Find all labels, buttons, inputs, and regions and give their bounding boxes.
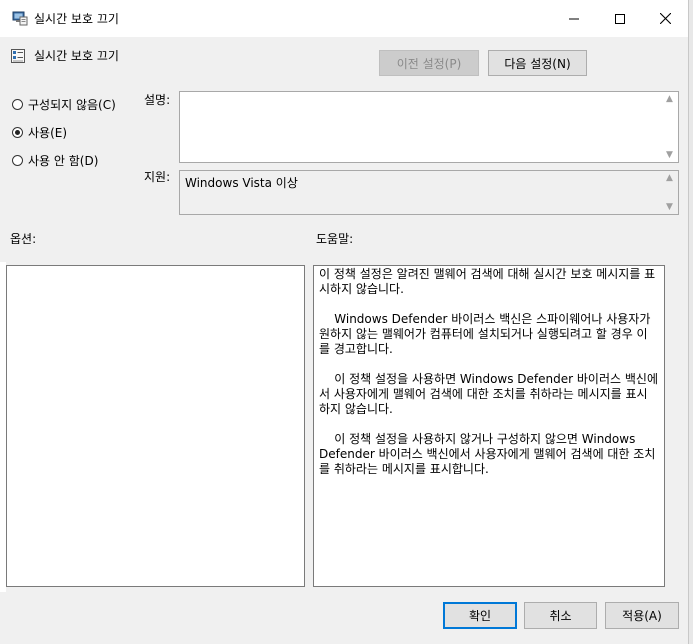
comment-scrollbar[interactable]: ▲ ▼ xyxy=(662,92,678,162)
supported-textbox[interactable]: Windows Vista 이상 ▲ ▼ xyxy=(179,170,679,215)
scroll-down-icon[interactable]: ▼ xyxy=(666,202,673,212)
radio-label-not-configured: 구성되지 않음(C) xyxy=(28,98,116,112)
help-paragraph: 이 정책 설정을 사용하면 Windows Defender 바이러스 백신에서… xyxy=(319,372,658,416)
scroll-up-icon[interactable]: ▲ xyxy=(666,173,673,183)
policy-settings-icon xyxy=(12,10,28,26)
radio-label-enabled: 사용(E) xyxy=(28,126,68,140)
minimize-icon xyxy=(569,18,579,19)
scroll-up-icon[interactable]: ▲ xyxy=(666,94,673,104)
supported-value: Windows Vista 이상 xyxy=(185,176,298,190)
comment-textbox[interactable]: ▲ ▼ xyxy=(179,91,679,163)
close-icon xyxy=(659,13,671,24)
help-label: 도움말: xyxy=(316,232,354,246)
supported-scrollbar[interactable]: ▲ ▼ xyxy=(662,171,678,214)
radio-label-disabled: 사용 안 함(D) xyxy=(28,154,99,168)
help-paragraph: 이 정책 설정은 알려진 맬웨어 검색에 대해 실시간 보호 메시지를 표시하지… xyxy=(319,267,656,296)
previous-setting-button[interactable]: 이전 설정(P) xyxy=(379,50,479,76)
radio-circle[interactable] xyxy=(12,155,23,166)
radio-disabled[interactable]: 사용 안 함(D) xyxy=(12,152,98,169)
policy-icon xyxy=(10,48,26,64)
supported-label: 지원: xyxy=(144,170,171,184)
minimize-button[interactable] xyxy=(551,0,597,37)
policy-name: 실시간 보호 끄기 xyxy=(34,49,119,63)
comment-label: 설명: xyxy=(144,93,171,107)
cancel-button[interactable]: 취소 xyxy=(524,602,597,629)
help-paragraph: 이 정책 설정을 사용하지 않거나 구성하지 않으면 Windows Defen… xyxy=(319,432,656,476)
maximize-icon xyxy=(615,13,625,24)
help-scrollbar[interactable] xyxy=(665,265,680,587)
radio-enabled[interactable]: 사용(E) xyxy=(12,124,67,141)
next-setting-button[interactable]: 다음 설정(N) xyxy=(488,50,587,76)
radio-not-configured[interactable]: 구성되지 않음(C) xyxy=(12,96,116,113)
apply-button[interactable]: 적용(A) xyxy=(605,602,679,629)
window-edge xyxy=(688,0,693,644)
close-button[interactable] xyxy=(642,0,688,37)
options-label: 옵션: xyxy=(10,232,37,246)
ok-button[interactable]: 확인 xyxy=(443,602,517,629)
maximize-button[interactable] xyxy=(597,0,643,37)
help-paragraph: Windows Defender 바이러스 백신은 스파이웨어나 사용자가 원하… xyxy=(319,312,655,356)
radio-circle-checked[interactable] xyxy=(12,127,23,138)
help-pane[interactable]: 이 정책 설정은 알려진 맬웨어 검색에 대해 실시간 보호 메시지를 표시하지… xyxy=(313,265,665,587)
comment-value xyxy=(180,92,678,98)
options-pane[interactable] xyxy=(6,265,305,587)
scroll-down-icon[interactable]: ▼ xyxy=(666,150,673,160)
window-title: 실시간 보호 끄기 xyxy=(34,12,119,26)
radio-circle[interactable] xyxy=(12,99,23,110)
